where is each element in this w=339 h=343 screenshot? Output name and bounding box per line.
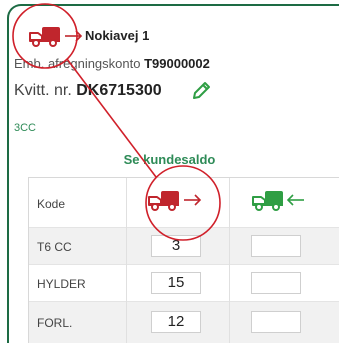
- annotation-callout: [12, 3, 221, 241]
- app-screen: Nokiavej 1 Emb. afregningskonto T9900000…: [0, 0, 339, 343]
- annotation-circle-header: [12, 3, 78, 69]
- annotation-circle-column: [145, 165, 221, 241]
- annotation-connector-line: [66, 58, 157, 178]
